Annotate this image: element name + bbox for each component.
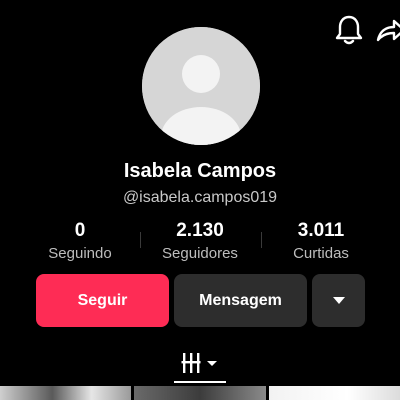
follow-button[interactable]: Seguir	[36, 274, 169, 327]
profile-handle: @isabela.campos019	[122, 189, 278, 206]
stat-following-value: 0	[74, 220, 86, 241]
video-thumbnail[interactable]	[134, 386, 266, 400]
stat-followers[interactable]: 2.130 Seguidores	[140, 220, 260, 263]
video-thumbnail[interactable]	[0, 386, 131, 400]
share-icon[interactable]	[374, 16, 400, 46]
profile-stats: 0 Seguindo 2.130 Seguidores 3.011 Curtid…	[0, 220, 400, 266]
stat-followers-label: Seguidores	[162, 245, 238, 262]
active-tab-indicator	[174, 381, 226, 383]
stat-likes[interactable]: 3.011 Curtidas	[261, 220, 381, 263]
grid-icon	[181, 353, 217, 373]
avatar[interactable]	[142, 27, 260, 145]
profile-name: Isabela Campos	[123, 160, 277, 182]
stat-following[interactable]: 0 Seguindo	[20, 220, 140, 263]
stat-followers-value: 2.130	[176, 220, 224, 241]
bell-icon[interactable]	[334, 14, 364, 46]
caret-down-icon	[332, 297, 345, 304]
tab-videos[interactable]	[180, 350, 220, 376]
video-thumbnail[interactable]	[269, 386, 400, 400]
stat-following-label: Seguindo	[48, 245, 112, 262]
stat-likes-label: Curtidas	[293, 245, 349, 262]
message-button[interactable]: Mensagem	[174, 274, 307, 327]
more-options-button[interactable]	[312, 274, 365, 327]
default-avatar-icon	[142, 27, 260, 145]
video-grid	[0, 386, 400, 400]
header-actions	[330, 12, 400, 48]
stat-likes-value: 3.011	[297, 220, 345, 241]
